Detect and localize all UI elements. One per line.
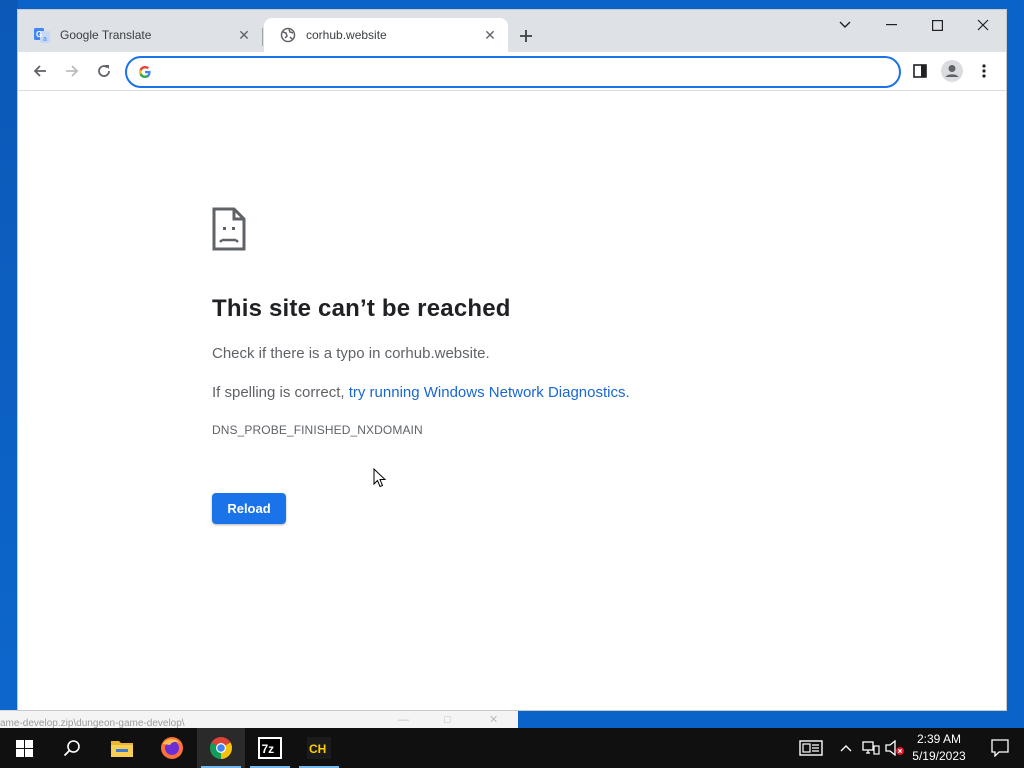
reload-icon — [98, 65, 110, 77]
7zip-button[interactable]: 7z — [246, 728, 294, 768]
tab-corhub[interactable]: corhub.website ✕ — [264, 18, 508, 52]
maximize-icon[interactable]: □ — [444, 711, 451, 729]
suggestion-period: . — [625, 384, 630, 401]
file-explorer-button[interactable] — [98, 728, 146, 768]
back-button[interactable] — [26, 57, 54, 85]
reload-button[interactable]: Reload — [212, 493, 286, 524]
close-window-button[interactable] — [960, 10, 1006, 40]
side-panel-icon — [913, 64, 927, 78]
search-button[interactable] — [48, 728, 96, 768]
svg-text:CH: CH — [309, 742, 326, 756]
desktop-background — [0, 0, 18, 728]
profile-button[interactable] — [938, 57, 966, 85]
error-page: This site can’t be reached Check if ther… — [18, 91, 1006, 710]
network-diagnostics-link[interactable]: try running Windows Network Diagnostics — [349, 384, 626, 401]
firefox-icon — [161, 737, 183, 759]
clock-time: 2:39 AM — [916, 732, 962, 746]
chrome-button[interactable] — [197, 728, 245, 768]
search-icon — [63, 740, 80, 757]
background-window[interactable]: ame-develop.zip\dungeon-game-develop\ — … — [0, 710, 518, 729]
error-suggestion: If spelling is correct, try running Wind… — [212, 384, 630, 401]
window-controls — [822, 10, 1006, 40]
maximize-button[interactable] — [914, 10, 960, 40]
google-translate-icon: G a — [34, 27, 50, 43]
address-bar[interactable] — [125, 56, 901, 88]
firefox-button[interactable] — [148, 728, 196, 768]
error-message: Check if there is a typo in corhub.websi… — [212, 345, 490, 362]
notification-icon — [991, 739, 1009, 757]
kebab-menu-icon — [982, 64, 986, 78]
plus-icon — [520, 30, 532, 42]
profile-icon — [941, 60, 963, 82]
start-button[interactable] — [0, 728, 48, 768]
show-hidden-icons-button[interactable] — [836, 728, 856, 768]
close-icon — [977, 19, 989, 31]
mouse-cursor-icon — [373, 468, 387, 488]
google-icon — [137, 64, 153, 80]
reload-toolbar-button[interactable] — [90, 57, 118, 85]
forward-button[interactable] — [58, 57, 86, 85]
notification-center-button[interactable] — [976, 728, 1024, 768]
chrome-icon — [210, 737, 232, 759]
taskbar: 7z CH 2:39 AM 5/19/2023 — [0, 728, 1024, 768]
7zip-icon: 7z — [258, 737, 282, 759]
background-window-title: ame-develop.zip\dungeon-game-develop\ — [0, 718, 185, 729]
chrome-window: G a Google Translate ✕ corhub.website ✕ — [18, 10, 1006, 710]
chevron-down-icon — [839, 21, 851, 28]
sad-document-icon — [212, 207, 246, 251]
minimize-icon[interactable]: — — [398, 711, 409, 729]
network-tray-button[interactable] — [861, 728, 881, 768]
tab-search-button[interactable] — [822, 10, 868, 40]
svg-text:a: a — [43, 36, 47, 43]
start-icon — [15, 739, 33, 757]
tab-google-translate[interactable]: G a Google Translate ✕ — [18, 18, 262, 52]
system-clock[interactable]: 2:39 AM 5/19/2023 — [906, 731, 972, 765]
tab-strip: G a Google Translate ✕ corhub.website ✕ — [18, 10, 1006, 52]
minimize-button[interactable] — [868, 10, 914, 40]
suggestion-text: If spelling is correct, — [212, 384, 349, 401]
svg-text:7z: 7z — [262, 742, 275, 756]
file-explorer-icon — [111, 741, 133, 757]
news-widget-button[interactable] — [796, 728, 826, 768]
maximize-icon — [931, 19, 943, 31]
chevron-up-icon — [840, 745, 852, 752]
arrow-right-icon — [66, 65, 79, 77]
speaker-muted-icon — [885, 740, 904, 756]
close-icon[interactable]: ✕ — [489, 711, 498, 729]
clock-date: 5/19/2023 — [912, 749, 966, 763]
menu-button[interactable] — [970, 57, 998, 85]
close-tab-icon[interactable]: ✕ — [234, 25, 254, 45]
tab-separator — [262, 28, 263, 46]
news-icon — [799, 740, 823, 756]
corhub-button[interactable]: CH — [295, 728, 343, 768]
toolbar — [18, 52, 1006, 91]
arrow-left-icon — [33, 65, 46, 77]
globe-icon — [280, 27, 296, 43]
svg-text:G: G — [36, 30, 42, 39]
tab-title: Google Translate — [60, 28, 152, 42]
error-code: DNS_PROBE_FINISHED_NXDOMAIN — [212, 423, 423, 437]
tab-title: corhub.website — [306, 28, 387, 42]
side-panel-button[interactable] — [906, 57, 934, 85]
minimize-icon — [885, 24, 897, 26]
error-title: This site can’t be reached — [212, 295, 511, 322]
close-tab-icon[interactable]: ✕ — [480, 25, 500, 45]
corhub-icon: CH — [307, 737, 331, 759]
volume-tray-button[interactable] — [884, 728, 906, 768]
network-icon — [862, 741, 880, 755]
address-input[interactable] — [161, 63, 899, 81]
new-tab-button[interactable] — [514, 24, 538, 48]
